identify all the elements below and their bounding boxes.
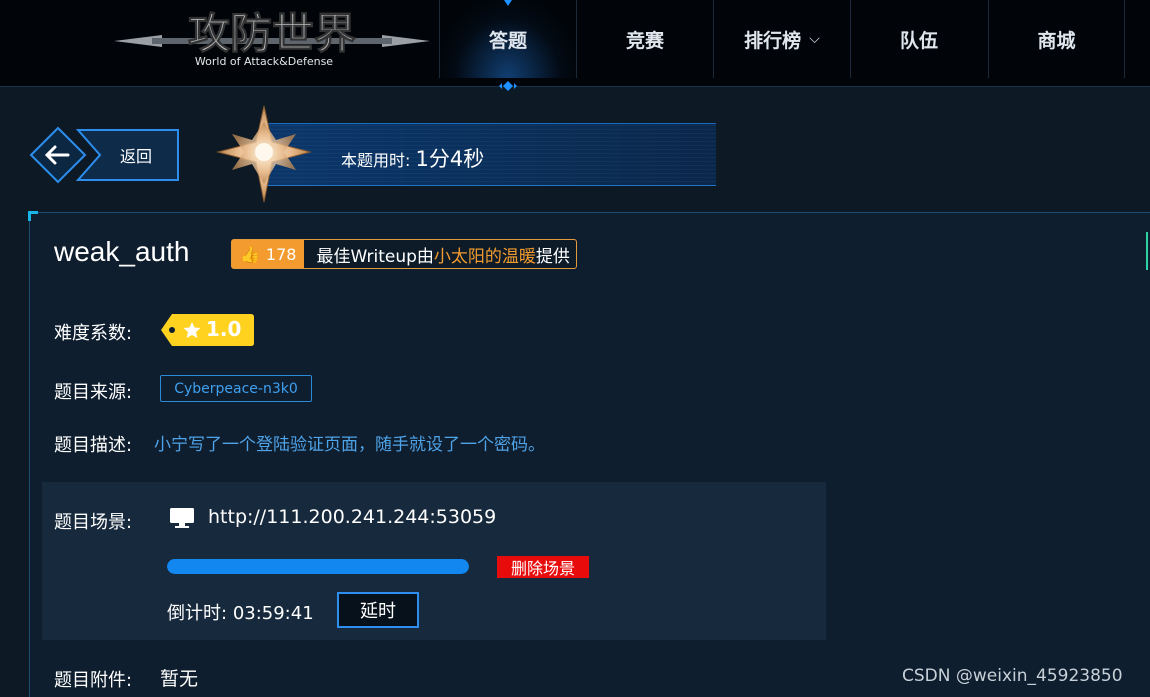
monitor-icon: [170, 508, 194, 528]
timer-value: 1分4秒: [415, 147, 485, 171]
attachment-label: 题目附件:: [54, 670, 133, 691]
timer-text: 本题用时: 1分4秒: [341, 143, 484, 173]
best-writeup-badge[interactable]: 👍 178 最佳Writeup由小太阳的温暖提供: [231, 239, 577, 269]
thumbs-up-icon: 👍: [240, 244, 260, 264]
back-button[interactable]: [28, 125, 180, 185]
logo-subtitle: World of Attack&Defense: [195, 55, 333, 68]
scene-progress-bar: [167, 559, 469, 574]
star-badge-icon: [216, 105, 312, 203]
nav-competition-label: 竞赛: [625, 29, 664, 52]
delete-scene-button[interactable]: 删除场景: [497, 556, 589, 578]
source-tag: Cyberpeace-n3k0: [160, 375, 312, 402]
difficulty-value: 1.0: [206, 317, 242, 341]
countdown-value: 03:59:41: [232, 603, 314, 624]
nav-competition[interactable]: 竞赛: [576, 0, 713, 78]
writeup-author-link[interactable]: 小太阳的温暖: [434, 247, 536, 267]
csdn-watermark: CSDN @weixin_45923850: [902, 666, 1123, 686]
nav-ranking[interactable]: 排行榜 ⌵: [713, 0, 850, 78]
scene-url-link[interactable]: http://111.200.241.244:53059: [208, 506, 496, 528]
nav-ranking-label: 排行榜: [744, 29, 802, 52]
scene-progress-fill: [167, 559, 469, 574]
nav-team-label: 队伍: [899, 29, 938, 52]
panel-corner-decoration: [28, 211, 38, 221]
attachment-value: 暂无: [160, 668, 199, 690]
scene-label: 题目场景:: [54, 512, 133, 533]
nav-answer-label: 答题: [488, 29, 527, 52]
top-navigation-bar: 攻防世界 World of Attack&Defense 答题 竞赛 排行榜 ⌵…: [0, 0, 1150, 91]
difficulty-label: 难度系数:: [54, 323, 133, 344]
extend-time-button[interactable]: 延时: [337, 592, 419, 628]
countdown-label: 倒计时:: [167, 603, 228, 624]
timer-label: 本题用时:: [341, 151, 411, 170]
countdown: 倒计时: 03:59:41: [167, 599, 314, 625]
nav-shop[interactable]: 商城: [988, 0, 1125, 78]
nav-team[interactable]: 队伍: [850, 0, 987, 78]
writeup-prefix: 最佳Writeup由: [316, 246, 434, 267]
timer-banner-texture: [262, 123, 716, 186]
challenge-title: weak_auth: [54, 236, 190, 267]
nav-answer[interactable]: 答题: [439, 0, 576, 78]
writeup-text: 最佳Writeup由小太阳的温暖提供: [304, 242, 575, 267]
site-logo[interactable]: 攻防世界 World of Attack&Defense: [112, 4, 432, 74]
back-button-label[interactable]: 返回: [120, 143, 152, 167]
nav-shop-label: 商城: [1037, 29, 1076, 52]
likes-count-badge[interactable]: 👍 178: [232, 240, 305, 268]
description-label: 题目描述:: [54, 435, 133, 456]
writeup-suffix: 提供: [535, 246, 570, 267]
panel-right-accent: [1146, 232, 1150, 270]
chevron-down-icon: ⌵: [809, 31, 820, 47]
source-label: 题目来源:: [54, 382, 133, 403]
description-text: 小宁写了一个登陆验证页面，随手就设了一个密码。: [154, 435, 545, 455]
logo-title: 攻防世界: [188, 9, 356, 58]
likes-count: 178: [265, 244, 297, 264]
active-tab-diamond-icon: [499, 81, 517, 91]
